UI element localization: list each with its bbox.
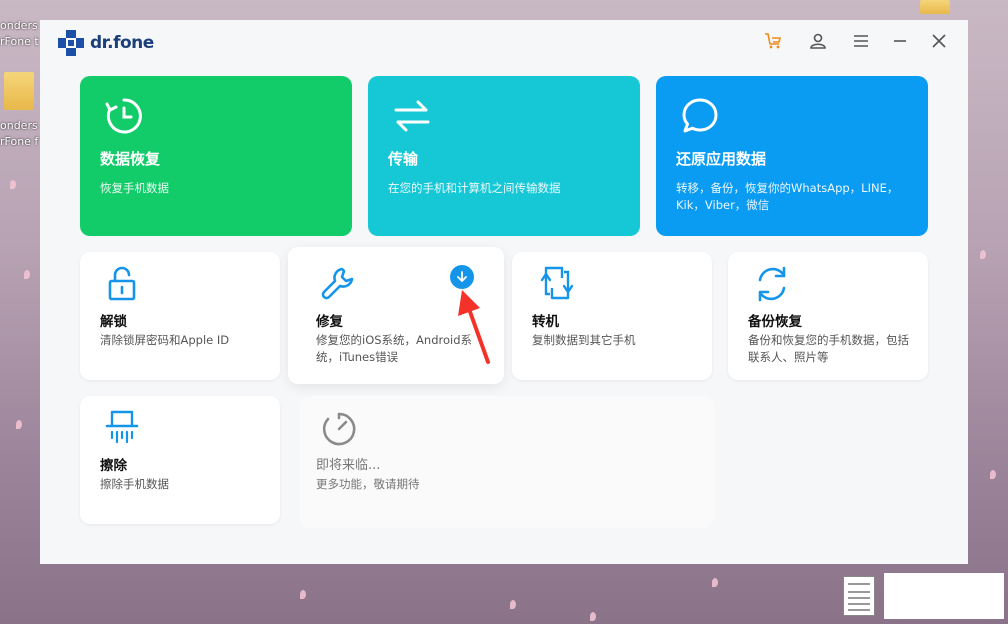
petal-decoration (16, 420, 22, 429)
phone-switch-icon (540, 266, 574, 300)
card-desc: 擦除手机数据 (100, 477, 169, 491)
title-bar: dr.fone (40, 20, 968, 64)
card-desc: 转移，备份，恢复你的WhatsApp，LINE，Kik，Viber，微信 (676, 181, 899, 212)
petal-decoration (10, 180, 16, 189)
timer-icon (322, 412, 356, 446)
clock-recover-icon (105, 98, 142, 134)
wrench-icon (321, 267, 354, 300)
card-data-recovery[interactable]: 数据恢复 恢复手机数据 (80, 76, 352, 236)
backup-sync-icon (758, 266, 786, 302)
transfer-arrows-icon (394, 100, 430, 132)
card-restore-app-data[interactable]: 还原应用数据 转移，备份，恢复你的WhatsApp，LINE，Kik，Viber… (656, 76, 928, 236)
logo-cross-icon (58, 30, 84, 56)
petal-decoration (980, 250, 986, 259)
unlock-icon (108, 266, 136, 301)
card-desc: 清除锁屏密码和Apple ID (100, 333, 230, 347)
card-title: 还原应用数据 (676, 150, 767, 168)
red-arrow-annotation (458, 290, 490, 364)
document-icon[interactable] (843, 576, 875, 616)
cart-button[interactable] (762, 30, 784, 52)
petal-decoration (300, 590, 306, 599)
logo-text: dr.fone (90, 33, 154, 53)
cart-icon (765, 33, 782, 49)
user-icon (810, 33, 826, 49)
minimize-button[interactable] (889, 30, 911, 52)
petal-decoration (510, 600, 516, 609)
card-unlock[interactable]: 解锁 清除锁屏密码和Apple ID (80, 252, 280, 380)
card-coming-soon: 即将来临... 更多功能，敬请期待 (300, 396, 714, 528)
card-desc: 复制数据到其它手机 (532, 333, 636, 347)
close-button[interactable] (928, 30, 950, 52)
card-desc: 更多功能，敬请期待 (316, 477, 420, 491)
card-title: 转机 (532, 314, 559, 330)
folder-icon[interactable] (920, 0, 950, 14)
folder-icon[interactable] (4, 72, 34, 110)
card-desc: 恢复手机数据 (100, 181, 169, 195)
menu-button[interactable] (850, 30, 872, 52)
card-phone-switch[interactable]: 转机 复制数据到其它手机 (512, 252, 712, 380)
petal-decoration (712, 578, 718, 587)
card-title: 解锁 (100, 314, 127, 330)
account-button[interactable] (807, 30, 829, 52)
chat-bubble-icon (682, 98, 718, 133)
card-title: 备份恢复 (748, 314, 802, 330)
petal-decoration (24, 270, 30, 279)
drfone-logo: dr.fone (58, 30, 154, 56)
card-title: 传输 (388, 150, 419, 168)
minimize-icon (894, 40, 906, 42)
shredder-icon (105, 410, 139, 444)
petal-decoration (590, 612, 596, 621)
desktop-icon-label: rFone t (0, 35, 39, 48)
desktop-icon-label: rFone f (0, 135, 39, 148)
blank-panel (884, 573, 1004, 619)
card-desc: 在您的手机和计算机之间传输数据 (388, 181, 561, 195)
card-backup-restore[interactable]: 备份恢复 备份和恢复您的手机数据，包括联系人、照片等 (728, 252, 928, 380)
card-desc: 备份和恢复您的手机数据，包括联系人、照片等 (748, 333, 909, 364)
card-title: 数据恢复 (100, 150, 161, 168)
hamburger-icon (854, 35, 868, 47)
desktop-icon-label: onders (0, 19, 38, 32)
petal-decoration (990, 470, 996, 479)
close-icon (932, 34, 946, 48)
card-transfer[interactable]: 传输 在您的手机和计算机之间传输数据 (368, 76, 640, 236)
desktop-icon-label: onders (0, 119, 38, 132)
drfone-window: dr.fone 数据恢复 恢复手机数据 传输 在您的手机和计算机之间传输数据 还… (40, 20, 968, 564)
card-title: 修复 (316, 314, 343, 330)
card-erase[interactable]: 擦除 擦除手机数据 (80, 396, 280, 524)
card-title: 即将来临... (316, 458, 381, 473)
card-title: 擦除 (100, 458, 127, 474)
